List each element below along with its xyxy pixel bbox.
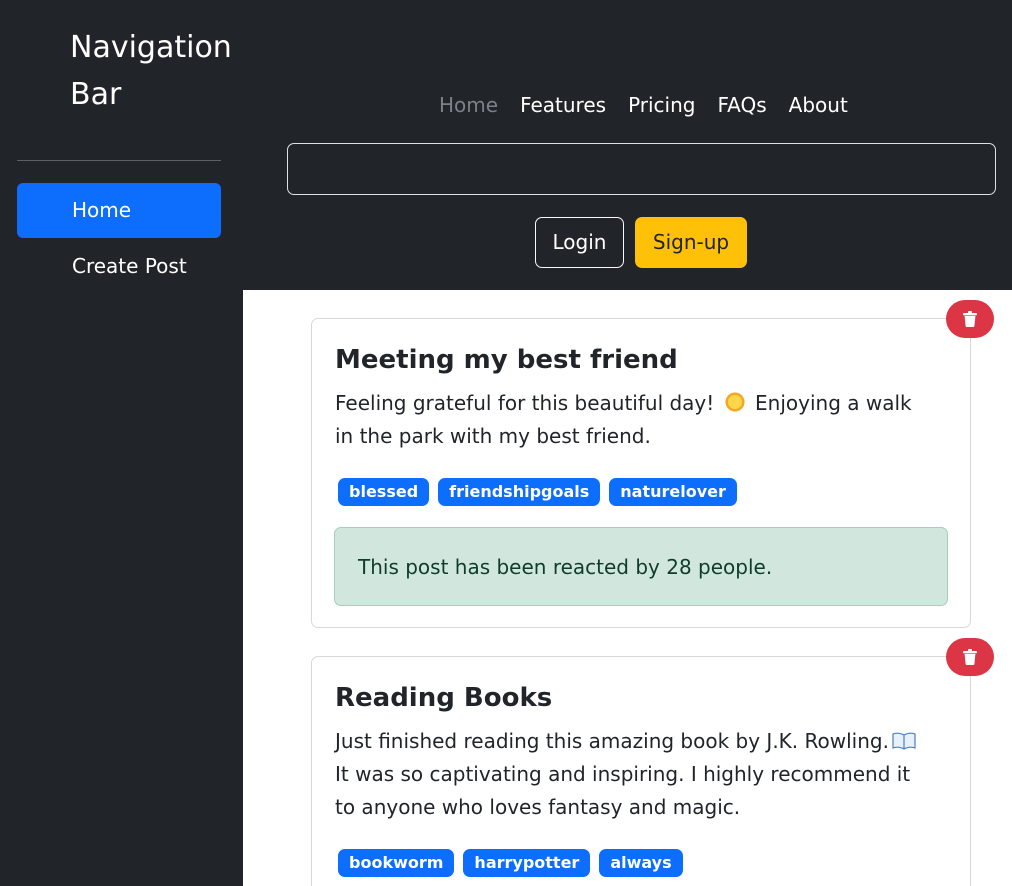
post-title: Meeting my best friend	[335, 345, 678, 375]
reactions-alert: This post has been reacted by 28 people.	[334, 527, 948, 606]
nav-link-features[interactable]: Features	[520, 90, 606, 120]
open-book-icon	[892, 732, 916, 750]
sidebar: Navigation Bar Home Create Post	[0, 0, 243, 886]
signup-button[interactable]: Sign-up	[635, 217, 747, 268]
top-nav: Home Features Pricing FAQs About	[439, 90, 848, 120]
sun-icon	[723, 391, 746, 413]
post-title: Reading Books	[335, 683, 553, 713]
sidebar-item-home[interactable]: Home	[17, 183, 221, 238]
delete-post-button[interactable]	[946, 638, 994, 676]
post-body: Feeling grateful for this beautiful day!…	[335, 387, 935, 453]
login-button[interactable]: Login	[535, 217, 624, 268]
tag-badge[interactable]: bookworm	[338, 849, 455, 877]
delete-post-button[interactable]	[946, 300, 994, 338]
tag-badge[interactable]: blessed	[338, 478, 430, 506]
post-body-text: Just finished reading this amazing book …	[335, 729, 889, 753]
post-body-text: It was so captivating and inspiring. I h…	[335, 762, 911, 819]
brand-title: Navigation Bar	[70, 30, 232, 112]
search-input[interactable]	[287, 143, 996, 195]
tag-badge[interactable]: always	[599, 849, 683, 877]
post-body-text: Feeling grateful for this beautiful day!	[335, 391, 715, 415]
post-body: Just finished reading this amazing book …	[335, 725, 935, 824]
sidebar-divider	[17, 160, 221, 161]
nav-link-faqs[interactable]: FAQs	[717, 90, 766, 120]
tag-badge[interactable]: naturelover	[609, 478, 737, 506]
tag-list: bookworm harrypotter always	[338, 849, 683, 877]
tag-badge[interactable]: friendshipgoals	[438, 478, 601, 506]
post-card: Meeting my best friend Feeling grateful …	[311, 318, 971, 628]
nav-link-about[interactable]: About	[789, 90, 848, 120]
post-card: Reading Books Just finished reading this…	[311, 656, 971, 886]
nav-link-pricing[interactable]: Pricing	[628, 90, 695, 120]
nav-link-home[interactable]: Home	[439, 90, 498, 120]
trash-icon	[963, 311, 977, 327]
sidebar-item-create-post[interactable]: Create Post	[17, 239, 221, 294]
tag-badge[interactable]: harrypotter	[463, 849, 591, 877]
trash-icon	[963, 649, 977, 665]
tag-list: blessed friendshipgoals naturelover	[338, 478, 737, 506]
top-header: Home Features Pricing FAQs About Login S…	[243, 0, 1012, 290]
